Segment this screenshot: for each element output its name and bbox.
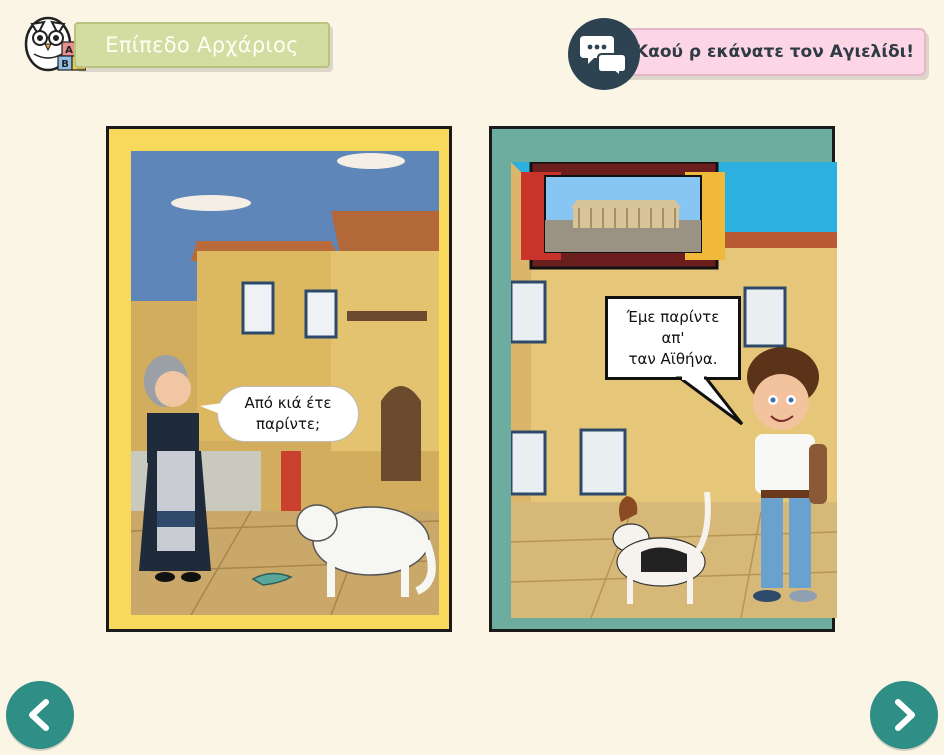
chevron-left-icon [29,699,49,731]
speech-bubbles-icon [568,18,640,90]
speech-bubble-boy: Έμε παρίντε απ' ταν Αϊθήνα. [605,296,741,380]
svg-text:Α: Α [65,45,73,56]
speech-bubble-tail [676,376,744,426]
level-label: Επίπεδο Αρχάριος [74,22,330,68]
speech-bubble-grandmother: Από κιά έτε παρίντε; [218,387,358,441]
speech-line: Από κιά έτε [244,394,332,412]
chevron-right-icon [895,699,915,731]
speech-line: παρίντε; [255,415,321,433]
illustration-athens-scene [511,162,837,618]
speech-line: απ' [661,328,685,347]
level-badge: Α Β Γ Επίπεδο Αρχάριος [22,10,332,74]
speech-line: ταν Αϊθήνα. [628,349,718,368]
story-panel-grandmother [106,126,452,632]
illustration-village-scene [131,151,439,615]
speech-bubble-tail [200,402,230,418]
previous-page-button[interactable] [6,681,74,749]
svg-text:Β: Β [61,59,69,70]
next-page-button[interactable] [870,681,938,749]
speech-line: Έμε παρίντε [626,307,720,326]
chat-prompt-label: Καού ρ εκάνατε τον Αγιελίδι! [614,28,926,76]
chat-prompt-button[interactable]: Καού ρ εκάνατε τον Αγιελίδι! [568,18,930,90]
